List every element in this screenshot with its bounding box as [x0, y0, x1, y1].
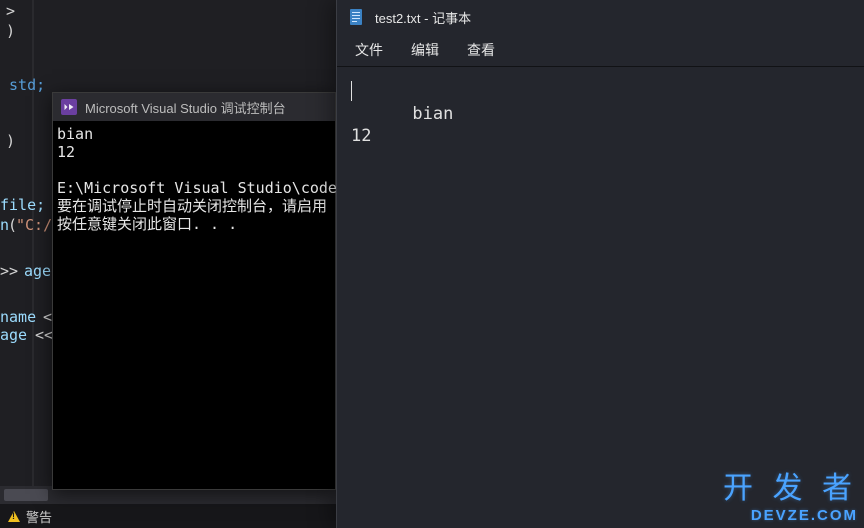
- code-token: std;: [0, 76, 45, 94]
- code-token: file;: [0, 196, 45, 214]
- code-token: ): [6, 132, 15, 150]
- notepad-content: bian 12: [351, 104, 453, 146]
- menu-file[interactable]: 文件: [355, 40, 383, 60]
- console-output[interactable]: bian 12 E:\Microsoft Visual Studio\code\…: [53, 121, 335, 237]
- console-line: 按任意键关闭此窗口. . .: [57, 215, 237, 233]
- text-caret: [351, 81, 352, 101]
- vs-debug-console-window[interactable]: Microsoft Visual Studio 调试控制台 bian 12 E:…: [52, 92, 336, 490]
- notepad-window[interactable]: test2.txt - 记事本 文件 编辑 查看 bian 12: [336, 0, 864, 528]
- console-line: bian: [57, 125, 93, 143]
- code-token: name: [0, 308, 36, 326]
- console-line: 12: [57, 143, 75, 161]
- console-titlebar[interactable]: Microsoft Visual Studio 调试控制台: [53, 93, 335, 121]
- notepad-icon: [349, 8, 365, 26]
- code-token: ): [6, 22, 15, 40]
- scrollbar-thumb[interactable]: [4, 489, 48, 501]
- notepad-text-area[interactable]: bian 12: [337, 67, 864, 528]
- code-token: "C:/: [16, 216, 52, 234]
- code-token: age: [24, 262, 51, 280]
- visual-studio-icon: [61, 99, 77, 115]
- code-token: >: [6, 2, 15, 20]
- console-line: 要在调试停止时自动关闭控制台，请启用: [57, 197, 327, 215]
- status-warning-label: 警告: [26, 507, 52, 526]
- code-token: age: [0, 326, 27, 344]
- console-line: E:\Microsoft Visual Studio\code\Pro: [57, 179, 373, 197]
- code-token: <<: [26, 326, 53, 344]
- notepad-menubar: 文件 编辑 查看: [337, 34, 864, 66]
- menu-view[interactable]: 查看: [467, 40, 495, 60]
- notepad-titlebar[interactable]: test2.txt - 记事本: [337, 0, 864, 34]
- notepad-title-text: test2.txt - 记事本: [375, 8, 471, 27]
- menu-edit[interactable]: 编辑: [411, 40, 439, 60]
- screenshot-root: > ) std; ) file; n ( "C:/ >> age name <<…: [0, 0, 864, 528]
- console-title-text: Microsoft Visual Studio 调试控制台: [85, 98, 286, 117]
- warning-icon: [8, 511, 20, 522]
